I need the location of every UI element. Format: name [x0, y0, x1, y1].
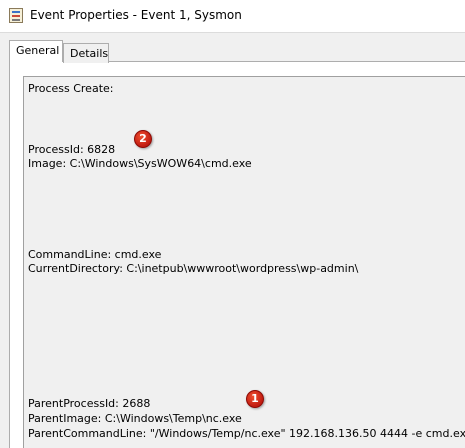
process-id-line: ProcessId: 6828	[28, 143, 116, 156]
event-header: Process Create:	[28, 82, 114, 95]
event-viewer-icon	[9, 8, 23, 23]
parent-command-line-line: ParentCommandLine: "/Windows/Temp/nc.exe…	[28, 427, 465, 440]
window-title: Event Properties - Event 1, Sysmon	[30, 8, 242, 22]
current-directory-line: CurrentDirectory: C:\inetpub\wwwroot\wor…	[28, 262, 359, 275]
command-line-line: CommandLine: cmd.exe	[28, 248, 162, 261]
image-line: Image: C:\Windows\SysWOW64\cmd.exe	[28, 157, 252, 170]
tab-general[interactable]: General	[9, 40, 63, 62]
annotation-marker-2: 2	[134, 130, 152, 148]
parent-image-line: ParentImage: C:\Windows\Temp\nc.exe	[28, 412, 242, 425]
annotation-marker-1: 1	[246, 390, 264, 408]
tab-details[interactable]: Details	[63, 43, 109, 63]
title-bar[interactable]: Event Properties - Event 1, Sysmon	[0, 0, 465, 33]
parent-process-id-line: ParentProcessId: 2688	[28, 397, 151, 410]
